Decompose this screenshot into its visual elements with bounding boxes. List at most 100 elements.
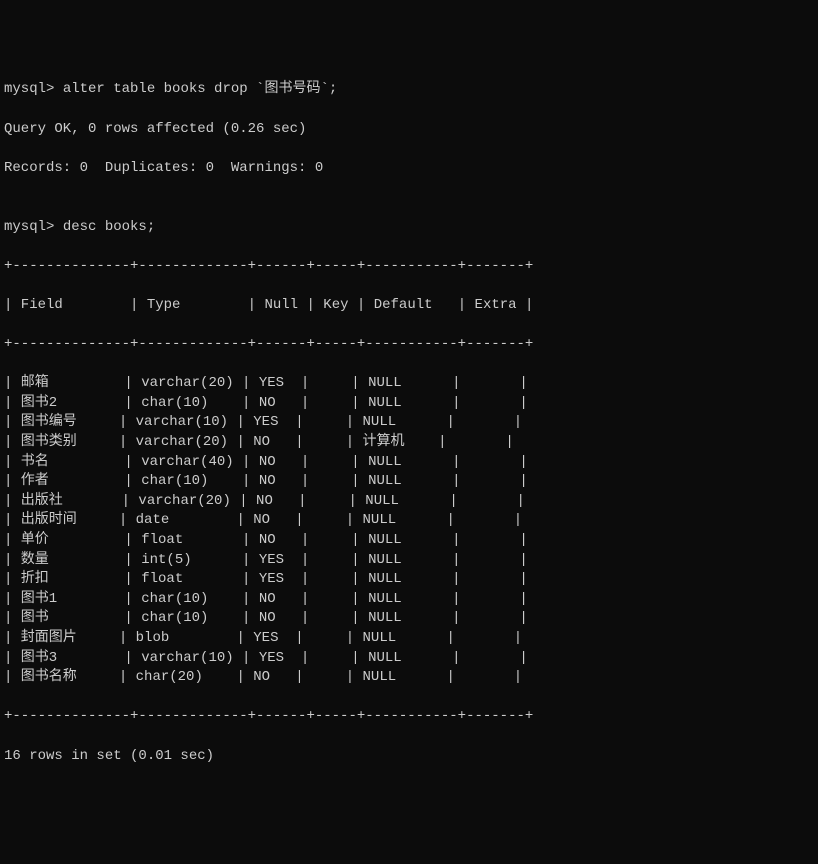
table-header-row: | Field | Type | Null | Key | Default | …	[4, 296, 814, 316]
table-row: | 折扣 | float | YES | | NULL | |	[4, 570, 814, 590]
command-line-1[interactable]: mysql> alter table books drop `图书号码`;	[4, 80, 814, 100]
pipe-separator: |	[124, 375, 132, 391]
pipe-separator: |	[239, 493, 247, 509]
cell-default: 计算机	[354, 434, 438, 450]
pipe-separator: |	[452, 591, 460, 607]
pipe-separator: |	[452, 532, 460, 548]
pipe-separator: |	[124, 532, 132, 548]
cell-null: NO	[250, 473, 300, 489]
cell-null: YES	[245, 630, 295, 646]
pipe-separator: |	[4, 669, 12, 685]
cell-default: NULL	[360, 552, 452, 568]
cell-field: 作者	[12, 473, 124, 489]
pipe-separator: |	[124, 454, 132, 470]
cell-extra	[461, 552, 520, 568]
cell-field: 图书1	[12, 591, 124, 607]
cell-type: char(10)	[133, 610, 242, 626]
pipe-separator: |	[301, 532, 309, 548]
pipe-separator: |	[346, 434, 354, 450]
cell-type: char(20)	[127, 669, 236, 685]
pipe-separator: |	[525, 297, 533, 313]
pipe-separator: |	[242, 552, 250, 568]
pipe-separator: |	[452, 552, 460, 568]
cell-extra	[461, 571, 520, 587]
header-type: Type	[138, 297, 247, 313]
cell-extra	[455, 630, 514, 646]
cell-default: NULL	[360, 532, 452, 548]
pipe-separator: |	[517, 493, 525, 509]
pipe-separator: |	[122, 493, 130, 509]
pipe-separator: |	[124, 552, 132, 568]
table-row: | 出版社 | varchar(20) | NO | | NULL | |	[4, 492, 814, 512]
cell-field: 图书2	[12, 395, 124, 411]
cell-null: NO	[250, 532, 300, 548]
cell-type: varchar(10)	[127, 414, 236, 430]
cell-default: NULL	[360, 610, 452, 626]
cell-null: NO	[250, 591, 300, 607]
cell-type: varchar(20)	[127, 434, 236, 450]
command-line-2[interactable]: mysql> desc books;	[4, 218, 814, 238]
table-row: | 图书 | char(10) | NO | | NULL | |	[4, 609, 814, 629]
table-row: | 图书1 | char(10) | NO | | NULL | |	[4, 590, 814, 610]
cell-extra	[461, 610, 520, 626]
cell-field: 邮箱	[12, 375, 124, 391]
query-ok-line: Query OK, 0 rows affected (0.26 sec)	[4, 120, 814, 140]
cell-default: NULL	[354, 414, 446, 430]
pipe-separator: |	[119, 434, 127, 450]
cell-null: NO	[245, 669, 295, 685]
cell-field: 出版时间	[12, 512, 118, 528]
pipe-separator: |	[452, 571, 460, 587]
table-row: | 出版时间 | date | NO | | NULL | |	[4, 511, 814, 531]
pipe-separator: |	[447, 669, 455, 685]
cell-field: 图书编号	[12, 414, 118, 430]
table-row: | 作者 | char(10) | NO | | NULL | |	[4, 472, 814, 492]
pipe-separator: |	[124, 571, 132, 587]
pipe-separator: |	[447, 630, 455, 646]
cell-extra	[455, 669, 514, 685]
pipe-separator: |	[346, 414, 354, 430]
pipe-separator: |	[452, 610, 460, 626]
pipe-separator: |	[351, 395, 359, 411]
pipe-separator: |	[351, 375, 359, 391]
table-border-bottom: +--------------+-------------+------+---…	[4, 707, 814, 727]
cell-default: NULL	[360, 591, 452, 607]
cell-extra	[461, 650, 520, 666]
pipe-separator: |	[346, 512, 354, 528]
cell-null: YES	[245, 414, 295, 430]
cell-key	[309, 610, 351, 626]
sql-command-2: desc books;	[54, 219, 155, 235]
pipe-separator: |	[519, 454, 527, 470]
cell-null: NO	[250, 454, 300, 470]
cell-key	[304, 512, 346, 528]
pipe-separator: |	[519, 591, 527, 607]
pipe-separator: |	[351, 571, 359, 587]
table-row: | 书名 | varchar(40) | NO | | NULL | |	[4, 453, 814, 473]
cell-key	[309, 473, 351, 489]
cell-key	[304, 414, 346, 430]
cell-key	[304, 669, 346, 685]
pipe-separator: |	[119, 414, 127, 430]
cell-null: YES	[250, 571, 300, 587]
pipe-separator: |	[519, 650, 527, 666]
cell-key	[309, 571, 351, 587]
pipe-separator: |	[514, 414, 522, 430]
pipe-separator: |	[351, 454, 359, 470]
table-border-mid: +--------------+-------------+------+---…	[4, 335, 814, 355]
pipe-separator: |	[4, 571, 12, 587]
pipe-separator: |	[449, 493, 457, 509]
cell-extra	[461, 532, 520, 548]
cell-null: NO	[250, 610, 300, 626]
cell-type: varchar(40)	[133, 454, 242, 470]
pipe-separator: |	[119, 669, 127, 685]
pipe-separator: |	[248, 297, 256, 313]
pipe-separator: |	[514, 630, 522, 646]
table-body: | 邮箱 | varchar(20) | YES | | NULL | || 图…	[4, 374, 814, 688]
sql-command-1: alter table books drop `图书号码`;	[54, 81, 337, 97]
pipe-separator: |	[301, 571, 309, 587]
pipe-separator: |	[242, 610, 250, 626]
pipe-separator: |	[4, 650, 12, 666]
pipe-separator: |	[514, 512, 522, 528]
pipe-separator: |	[4, 630, 12, 646]
pipe-separator: |	[306, 297, 314, 313]
pipe-separator: |	[452, 395, 460, 411]
